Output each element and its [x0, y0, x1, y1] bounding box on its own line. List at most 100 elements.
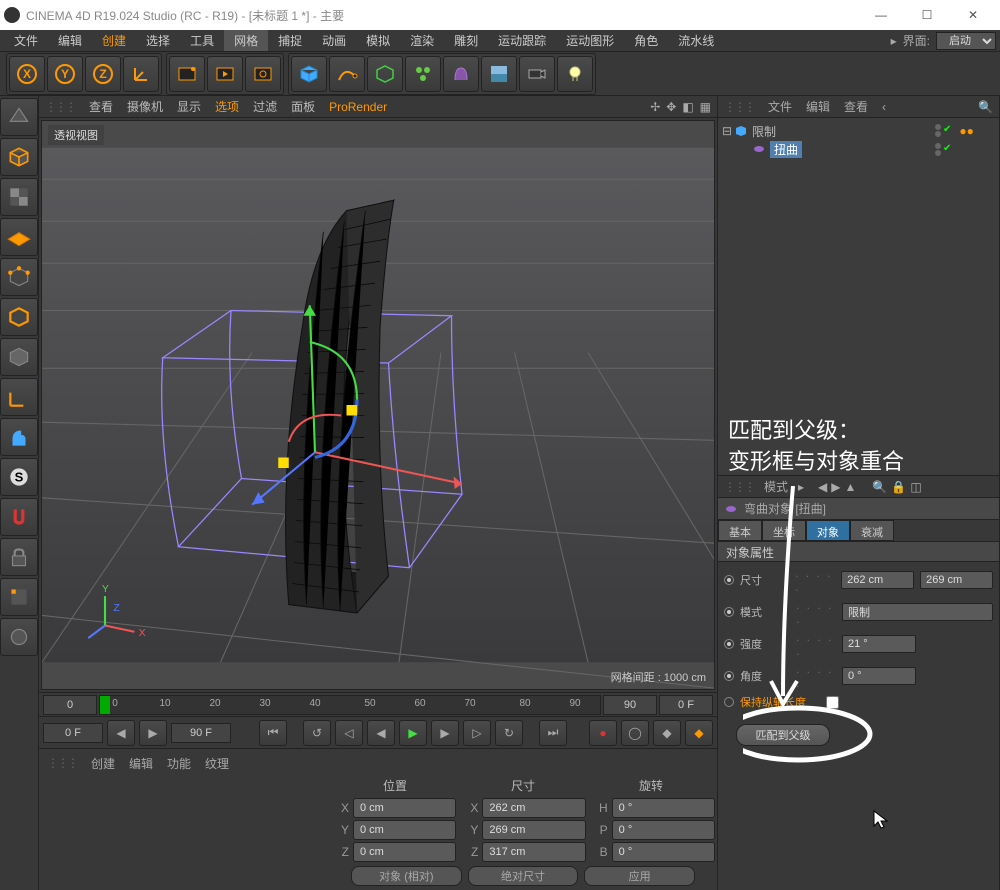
editable-icon[interactable]	[0, 98, 38, 136]
tree-child-label[interactable]: 扭曲	[770, 141, 802, 158]
deformer-button[interactable]	[443, 56, 479, 92]
coord-func[interactable]: 功能	[167, 755, 191, 772]
size-y-attr-field[interactable]: 269 cm	[920, 571, 993, 589]
record-button[interactable]: ●	[589, 720, 617, 746]
range-next-button[interactable]: ▶	[139, 720, 167, 746]
next-key-button[interactable]: ▷	[463, 720, 491, 746]
goto-end-button[interactable]: ⏭	[539, 720, 567, 746]
am-mode[interactable]: 模式	[764, 478, 788, 495]
menu-select[interactable]: 选择	[136, 30, 180, 51]
menu-file[interactable]: 文件	[4, 30, 48, 51]
am-newwin-icon[interactable]: ◫	[910, 480, 921, 494]
vmenu-filter[interactable]: 过滤	[253, 98, 277, 115]
enable-icon[interactable]: ✔	[943, 143, 951, 156]
play-button[interactable]: ▶	[399, 720, 427, 746]
environment-button[interactable]	[481, 56, 517, 92]
grip-icon[interactable]: ⋮⋮⋮	[47, 756, 77, 770]
keep-anim-radio[interactable]	[724, 697, 734, 707]
angle-field[interactable]: 0 °	[842, 667, 916, 685]
goto-start-button[interactable]: ⏮	[259, 720, 287, 746]
coord-system-button[interactable]	[123, 56, 159, 92]
coord-edit[interactable]: 编辑	[129, 755, 153, 772]
vp-nav4-icon[interactable]: ▦	[700, 100, 711, 114]
render-pv-button[interactable]	[207, 56, 243, 92]
camera-button[interactable]	[519, 56, 555, 92]
pos-y-field[interactable]: 0 cm	[353, 820, 456, 840]
light-button[interactable]	[557, 56, 593, 92]
timeline-start-field[interactable]: 0	[43, 695, 97, 715]
next-frame-button[interactable]: ▶	[431, 720, 459, 746]
rot-p-field[interactable]: 0 °	[612, 820, 715, 840]
strength-field[interactable]: 21 °	[842, 635, 916, 653]
size-z-field[interactable]: 317 cm	[482, 842, 585, 862]
menu-sim[interactable]: 模拟	[356, 30, 400, 51]
poly-mode-button[interactable]	[0, 338, 38, 376]
interface-select[interactable]: 启动	[936, 32, 996, 50]
keysel-button[interactable]: ◆	[653, 720, 681, 746]
render-settings-button[interactable]	[245, 56, 281, 92]
menu-snap[interactable]: 捕捉	[268, 30, 312, 51]
snap-button[interactable]: S	[0, 458, 38, 496]
prev-key-button[interactable]: ◁	[335, 720, 363, 746]
mograph-button[interactable]	[405, 56, 441, 92]
prev-frame-button[interactable]: ◀	[367, 720, 395, 746]
workplane-button[interactable]	[0, 218, 38, 256]
vmenu-display[interactable]: 显示	[177, 98, 201, 115]
edge-mode-button[interactable]	[0, 298, 38, 336]
tweak-button[interactable]	[0, 578, 38, 616]
tab-falloff[interactable]: 衰减	[850, 520, 894, 541]
minimize-button[interactable]: —	[858, 0, 904, 30]
maximize-button[interactable]: ☐	[904, 0, 950, 30]
menu-mesh[interactable]: 网格	[224, 30, 268, 51]
coord-tex[interactable]: 纹理	[205, 755, 229, 772]
autokey-button[interactable]: ◯	[621, 720, 649, 746]
vmenu-prorender[interactable]: ProRender	[329, 100, 387, 114]
mode-anim-radio[interactable]	[724, 607, 734, 617]
vp-nav3-icon[interactable]: ◧	[682, 100, 693, 114]
menu-render[interactable]: 渲染	[400, 30, 444, 51]
viewport-3d[interactable]: 透视视图	[41, 120, 715, 690]
om-edit[interactable]: 编辑	[806, 98, 830, 115]
close-button[interactable]: ✕	[950, 0, 996, 30]
search-icon[interactable]: 🔍	[978, 100, 993, 114]
tab-basic[interactable]: 基本	[718, 520, 762, 541]
menu-create[interactable]: 创建	[92, 30, 136, 51]
range-prev-button[interactable]: ◀	[107, 720, 135, 746]
menu-char[interactable]: 角色	[624, 30, 668, 51]
range-end-field[interactable]: 90 F	[171, 723, 231, 743]
menu-motrack[interactable]: 运动跟踪	[488, 30, 556, 51]
rot-b-field[interactable]: 0 °	[612, 842, 715, 862]
range-start-field[interactable]: 0 F	[43, 723, 103, 743]
grip-icon[interactable]: ⋮⋮⋮	[724, 100, 754, 114]
cube-prim-button[interactable]	[291, 56, 327, 92]
keep-checkbox[interactable]	[826, 696, 839, 709]
menu-mograph[interactable]: 运动图形	[556, 30, 624, 51]
play-fwd-button[interactable]: ↻	[495, 720, 523, 746]
magnet-button[interactable]	[0, 498, 38, 536]
texture-mode-button[interactable]	[0, 178, 38, 216]
size-x-attr-field[interactable]: 262 cm	[841, 571, 914, 589]
size-y-field[interactable]: 269 cm	[482, 820, 585, 840]
om-view[interactable]: 查看	[844, 98, 868, 115]
model-mode-button[interactable]	[0, 138, 38, 176]
match-parent-button[interactable]: 匹配到父级	[736, 724, 830, 746]
axis-z-button[interactable]: Z	[85, 56, 121, 92]
menu-edit[interactable]: 编辑	[48, 30, 92, 51]
grip-icon[interactable]: ⋮⋮⋮	[45, 100, 75, 114]
coord-create[interactable]: 创建	[91, 755, 115, 772]
tree-expand-icon[interactable]: ⊟	[722, 124, 734, 138]
apply-button[interactable]: 应用	[584, 866, 695, 886]
misc-button[interactable]	[0, 618, 38, 656]
keyopt-button[interactable]: ◆	[685, 720, 713, 746]
vmenu-view[interactable]: 查看	[89, 98, 113, 115]
vp-nav1-icon[interactable]: ✢	[650, 100, 660, 114]
rot-h-field[interactable]: 0 °	[612, 798, 715, 818]
tab-object[interactable]: 对象	[806, 520, 850, 541]
axis-tool-button[interactable]	[0, 378, 38, 416]
vp-nav2-icon[interactable]: ✥	[666, 100, 676, 114]
soft-select-button[interactable]	[0, 418, 38, 456]
vmenu-camera[interactable]: 摄像机	[127, 98, 163, 115]
enable-icon[interactable]: ✔	[943, 124, 951, 138]
menu-pipe[interactable]: 流水线	[668, 30, 724, 51]
tree-root-label[interactable]: 限制	[752, 123, 776, 140]
